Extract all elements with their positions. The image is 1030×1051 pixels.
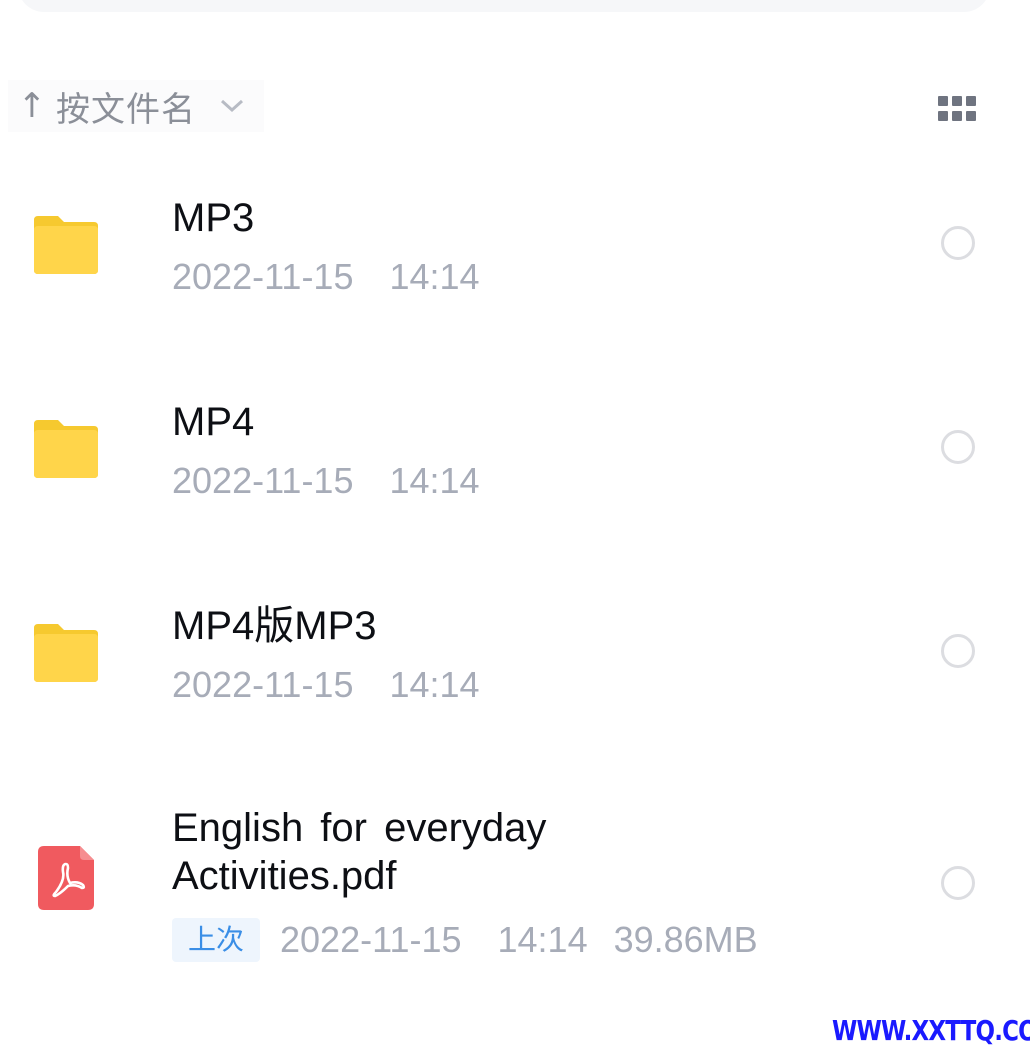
- file-time: 14:14: [389, 256, 480, 297]
- pdf-icon: [38, 846, 94, 910]
- list-item[interactable]: MP4 2022-11-15 14:14: [0, 372, 1030, 552]
- select-radio[interactable]: [941, 634, 975, 668]
- watermark: WWW.XXTTQ.COM: [832, 1014, 1030, 1047]
- select-radio[interactable]: [941, 430, 975, 464]
- list-item[interactable]: MP4版MP3 2022-11-15 14:14: [0, 576, 1030, 756]
- last-opened-badge: 上次: [172, 918, 261, 962]
- sort-direction-icon[interactable]: ↑: [8, 89, 56, 123]
- file-name: MP3: [172, 196, 255, 240]
- sort-label: 按文件名: [56, 89, 196, 130]
- file-meta: 2022-11-15 14:14: [172, 256, 480, 298]
- chevron-down-icon: [220, 99, 244, 113]
- file-meta: 2022-11-15 14:14: [172, 664, 480, 706]
- folder-icon: [34, 624, 98, 682]
- sort-selector[interactable]: ↑ 按文件名: [8, 80, 264, 132]
- file-time: 14:14: [389, 460, 480, 501]
- file-date: 2022-11-15: [172, 460, 354, 501]
- file-date: 2022-11-15: [172, 256, 354, 297]
- file-meta: 2022-11-15 14:14: [172, 460, 480, 502]
- file-name: MP4: [172, 400, 255, 444]
- grid-view-icon[interactable]: [938, 96, 978, 124]
- file-time: 14:14: [497, 919, 588, 960]
- file-date: 2022-11-15: [172, 664, 354, 705]
- select-radio[interactable]: [941, 226, 975, 260]
- file-name: MP4版MP3: [172, 604, 377, 648]
- list-item[interactable]: English for everyday Activities.pdf 上次 2…: [0, 780, 1030, 980]
- folder-icon: [34, 420, 98, 478]
- list-item[interactable]: MP3 2022-11-15 14:14: [0, 168, 1030, 348]
- file-size: 39.86MB: [613, 919, 758, 960]
- folder-icon: [34, 216, 98, 274]
- file-time: 14:14: [389, 664, 480, 705]
- file-name: English for everyday Activities.pdf: [172, 806, 547, 898]
- file-date: 2022-11-15: [280, 919, 462, 960]
- file-meta: 上次 2022-11-15 14:14 39.86MB: [172, 918, 758, 962]
- select-radio[interactable]: [941, 866, 975, 900]
- search-bar[interactable]: [18, 0, 990, 12]
